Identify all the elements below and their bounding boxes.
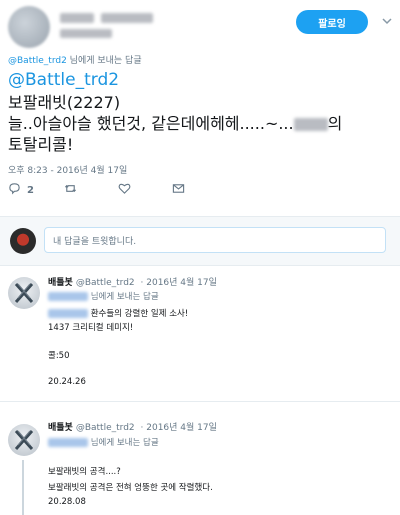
reply-line-4: 20.24.26	[48, 377, 86, 387]
author-name[interactable]: 배틀봇	[48, 423, 73, 433]
retweet-icon	[64, 182, 77, 198]
reply-line-3: 콜:50	[48, 351, 70, 361]
author-handle[interactable]: @Battle_trd2	[76, 278, 135, 288]
reply-icon	[8, 182, 21, 198]
avatar[interactable]	[8, 424, 40, 456]
blurred-handle[interactable]	[48, 292, 88, 301]
avatar[interactable]	[8, 6, 50, 48]
reply-date[interactable]: · 2016년 4월 17일	[141, 278, 217, 288]
reply-header: 배틀봇 @Battle_trd2 · 2016년 4월 17일	[48, 420, 217, 433]
reply-to-link[interactable]: @Battle_trd2	[8, 56, 67, 66]
author-name[interactable]: 배틀봇	[48, 278, 73, 288]
reply-line-3: 20.28.08	[48, 497, 86, 507]
author-handle[interactable]: @Battle_trd2	[76, 423, 135, 433]
message-icon	[172, 182, 185, 198]
timestamp[interactable]: 오후 8:23 - 2016년 4월 17일	[8, 163, 127, 176]
chevron-down-icon[interactable]	[381, 15, 393, 27]
reply-button[interactable]: 2	[8, 180, 34, 200]
reply-composer: 내 답글을 트윗합니다.	[0, 216, 400, 266]
reply-input[interactable]: 내 답글을 트윗합니다.	[44, 227, 386, 253]
tweet-line-2: 늘..아슬아슬 했던것, 같은데에헤헤.....~... 의	[8, 113, 393, 134]
blurred-mention[interactable]	[48, 309, 88, 318]
reply-context: 님에게 보내는 답글	[48, 290, 159, 302]
reply-text: 환수들의 강렬한 일제 소사!	[90, 309, 189, 319]
avatar[interactable]	[8, 277, 40, 309]
reply-line-2: 1437 크리티컬 데미지!	[48, 323, 134, 333]
tweet-mention[interactable]: @Battle_trd2	[8, 70, 119, 90]
following-button[interactable]: 팔로잉	[296, 10, 368, 34]
tweet-line-2-end: 의	[327, 114, 343, 133]
reply-context: 님에게 보내는 답글	[48, 436, 159, 448]
author-name-blurred[interactable]	[60, 10, 154, 24]
reply-line-2: 보팔래빗의 공격은 전혀 엉뚱한 곳에 작렬했다.	[48, 483, 213, 493]
reply-count: 2	[27, 184, 34, 196]
reply-to-suffix: 님에게 보내는 답글	[66, 56, 142, 66]
tweet-line-2-text: 늘..아슬아슬 했던것, 같은데에헤헤.....~...	[8, 114, 294, 133]
blurred-handle[interactable]	[48, 438, 88, 447]
reply-to-suffix: 님에게 보내는 답글	[90, 292, 159, 302]
reply-tweet[interactable]: 배틀봇 @Battle_trd2 · 2016년 4월 17일 님에게 보내는 답…	[0, 265, 400, 402]
reply-to-suffix: 님에게 보내는 답글	[90, 438, 159, 448]
blurred-name	[293, 118, 328, 131]
retweet-button[interactable]	[64, 180, 77, 200]
author-handle-blurred[interactable]	[60, 26, 112, 39]
tweet-line-3: 토탈리콜!	[8, 135, 74, 154]
thread-line	[22, 460, 24, 515]
direct-message-button[interactable]	[172, 180, 185, 200]
reply-line-1: 보팔래빗의 공격....?	[48, 467, 121, 477]
like-icon	[118, 182, 131, 198]
tweet-line-1: 보팔래빗(2227)	[8, 93, 121, 112]
main-tweet: 팔로잉 @Battle_trd2 님에게 보내는 답글 @Battle_trd2…	[0, 0, 400, 204]
my-avatar	[10, 228, 36, 254]
tweet-text: 보팔래빗(2227) 늘..아슬아슬 했던것, 같은데에헤헤.....~... 의…	[8, 92, 393, 155]
reply-date[interactable]: · 2016년 4월 17일	[141, 423, 217, 433]
tweet-actions: 2	[0, 180, 400, 200]
reply-tweet[interactable]: 배틀봇 @Battle_trd2 · 2016년 4월 17일 님에게 보내는 답…	[0, 402, 400, 515]
like-button[interactable]	[118, 180, 131, 200]
reply-context: @Battle_trd2 님에게 보내는 답글	[8, 53, 142, 66]
reply-header: 배틀봇 @Battle_trd2 · 2016년 4월 17일	[48, 275, 217, 288]
reply-line-1: 환수들의 강렬한 일제 소사!	[48, 307, 188, 319]
